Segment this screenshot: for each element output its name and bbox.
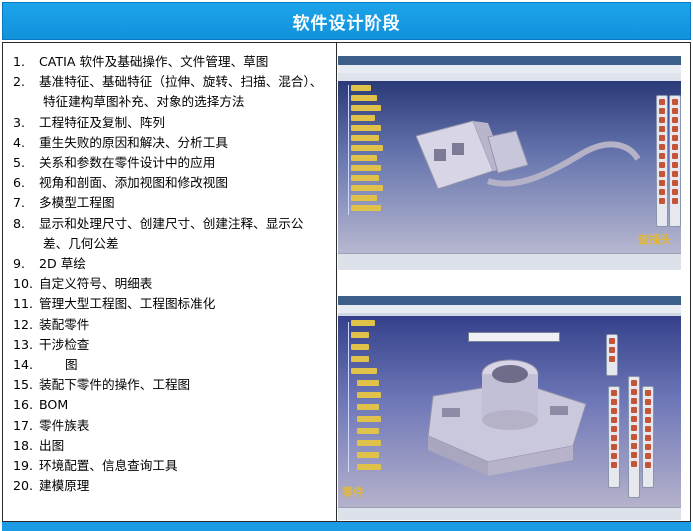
status-bar [338,507,681,520]
3d-viewport: 零件 [338,316,681,508]
section-title: 软件设计阶段 [2,2,691,40]
catia-screenshot-part: 零件 [338,296,681,520]
list-item: 5. 关系和参数在零件设计中的应用 [13,155,216,171]
vertical-toolbar [642,386,654,488]
footer-bar [2,522,691,531]
list-item: 16. BOM [13,397,69,413]
list-item: 11. 管理大型工程图、工程图标准化 [13,296,216,312]
list-item: 7. 多模型工程图 [13,195,115,211]
slide: 软件设计阶段 1. CATIA 软件及基础操作、文件管理、草图 2. 基准特征、基础… [0,0,693,531]
plug-model [415,120,641,190]
list-item: 3. 工程特征及复制、阵列 [13,114,165,130]
vertical-toolbar [656,95,668,227]
list-item: 9. 2D 草绘 [13,256,86,272]
list-item: 8. 显示和处理尺寸、创建尺寸、创建注释、显示公 差、几何公差 [13,215,304,251]
list-item: 2. 基准特征、基础特征（拉伸、旋转、扫描、混合）、 特征建构草图补充、对象的选择方… [13,74,323,110]
window-titlebar [338,296,681,305]
vertical-toolbar [608,386,620,488]
list-item: 6. 视角和剖面、添加视图和修改视图 [13,175,228,191]
column-divider [336,43,337,521]
topic-list: 1. CATIA 软件及基础操作、文件管理、草图 2. 基准特征、基础特征（拉伸、旋… [13,52,333,496]
list-item: 10. 自定义符号、明细表 [13,276,153,292]
vertical-toolbar [669,95,681,227]
list-item: 17. 零件族表 [13,417,90,433]
list-item: 18. 出图 [13,437,65,453]
vertical-toolbar [628,376,640,498]
screenshot-caption: 零件 [342,486,364,499]
list-item: 13. 干涉检查 [13,336,90,352]
screenshot-caption: 查插头 [638,233,671,246]
menu-bar [338,305,681,313]
list-item: 19. 环境配置、信息查询工具 [13,458,178,474]
status-bar [338,253,681,270]
list-item: 14. 图 [13,357,78,373]
list-item: 20. 建模原理 [13,478,90,494]
floating-toolbar [606,334,618,376]
list-item: 12. 装配零件 [13,316,90,332]
3d-viewport: 查插头 [338,81,681,254]
window-titlebar [338,56,681,65]
list-item: 15. 装配下零件的操作、工程图 [13,377,191,393]
catia-screenshot-plug: 查插头 [338,56,681,270]
menu-bar [338,65,681,73]
list-item: 4. 重生失败的原因和解决、分析工具 [13,134,228,150]
toolbar [338,73,681,81]
list-item: 1. CATIA 软件及基础操作、文件管理、草图 [13,54,269,69]
